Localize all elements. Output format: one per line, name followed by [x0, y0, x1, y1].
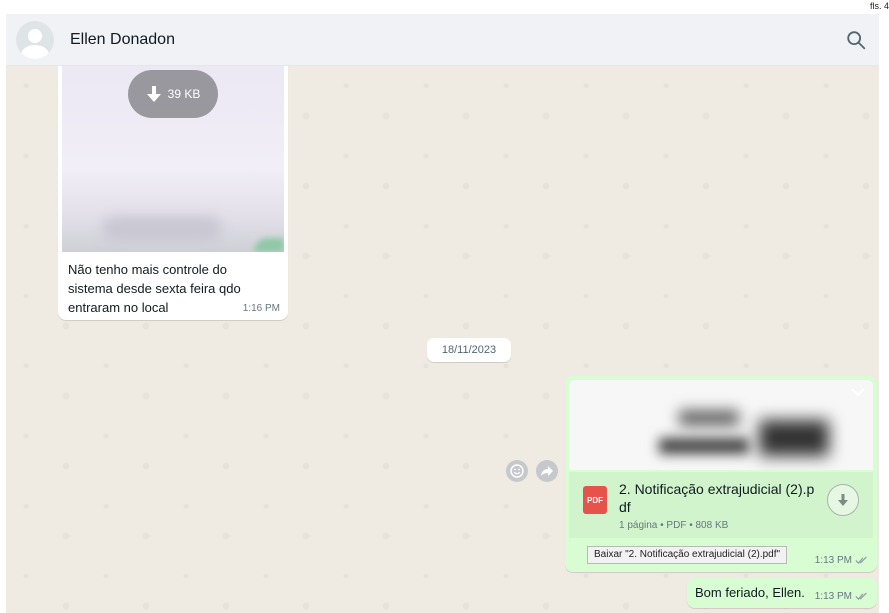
message-actions	[506, 460, 566, 482]
image-thumbnail[interactable]: 39 KB	[62, 66, 284, 252]
chat-header: Ellen Donadon	[6, 14, 879, 66]
download-circle-icon	[838, 494, 848, 506]
blurred-image-content	[102, 216, 222, 242]
message-text: Não tenho mais controle do sistema desde…	[68, 262, 241, 315]
outgoing-document-message[interactable]: PDF 2. Notificação extrajudicial (2).p d…	[565, 376, 877, 572]
message-text: Bom feriado, Ellen.	[695, 585, 805, 600]
message-time-row: 1:13 PM	[815, 591, 869, 602]
download-size: 39 KB	[167, 87, 201, 101]
emoji-reaction-button[interactable]	[506, 460, 528, 482]
pdf-icon: PDF	[583, 486, 607, 514]
outgoing-message[interactable]: Bom feriado, Ellen. 1:13 PM	[687, 578, 877, 608]
double-check-icon	[855, 556, 867, 564]
download-tooltip: Baixar "2. Notificação extrajudicial (2)…	[587, 546, 788, 564]
contact-name[interactable]: Ellen Donadon	[70, 31, 175, 49]
emoji-icon	[510, 464, 524, 478]
chevron-down-icon[interactable]	[849, 386, 867, 398]
forward-icon	[541, 466, 553, 476]
blurred-preview-content	[659, 438, 749, 454]
incoming-message[interactable]: 39 KB Não tenho mais controle do sistema…	[58, 66, 288, 320]
date-separator: 18/11/2023	[427, 338, 511, 362]
document-meta: 1 página • PDF • 808 KB	[619, 520, 729, 531]
avatar[interactable]	[16, 20, 54, 59]
download-arrow-icon	[146, 86, 161, 102]
blurred-image-content	[254, 238, 284, 252]
document-name: 2. Notificação extrajudicial (2).p df	[619, 481, 815, 515]
search-icon[interactable]	[845, 29, 867, 51]
message-time: 1:13 PM	[814, 555, 852, 566]
message-time: 1:13 PM	[814, 591, 852, 602]
message-time-row: 1:13 PM	[815, 555, 869, 566]
blurred-preview-content	[679, 410, 739, 426]
document-download-button[interactable]	[827, 484, 859, 516]
image-download-button[interactable]: 39 KB	[128, 70, 218, 118]
message-time: 1:16 PM	[242, 303, 280, 314]
forward-button[interactable]	[536, 460, 558, 482]
avatar-icon-body	[21, 44, 49, 59]
document-preview[interactable]	[569, 380, 873, 470]
avatar-icon-head	[28, 28, 42, 43]
page-number: fls. 4	[869, 1, 889, 11]
blurred-preview-content	[759, 420, 829, 456]
document-row[interactable]: PDF 2. Notificação extrajudicial (2).p d…	[569, 472, 873, 538]
chat-area: 39 KB Não tenho mais controle do sistema…	[6, 66, 879, 613]
double-check-icon	[855, 592, 867, 600]
